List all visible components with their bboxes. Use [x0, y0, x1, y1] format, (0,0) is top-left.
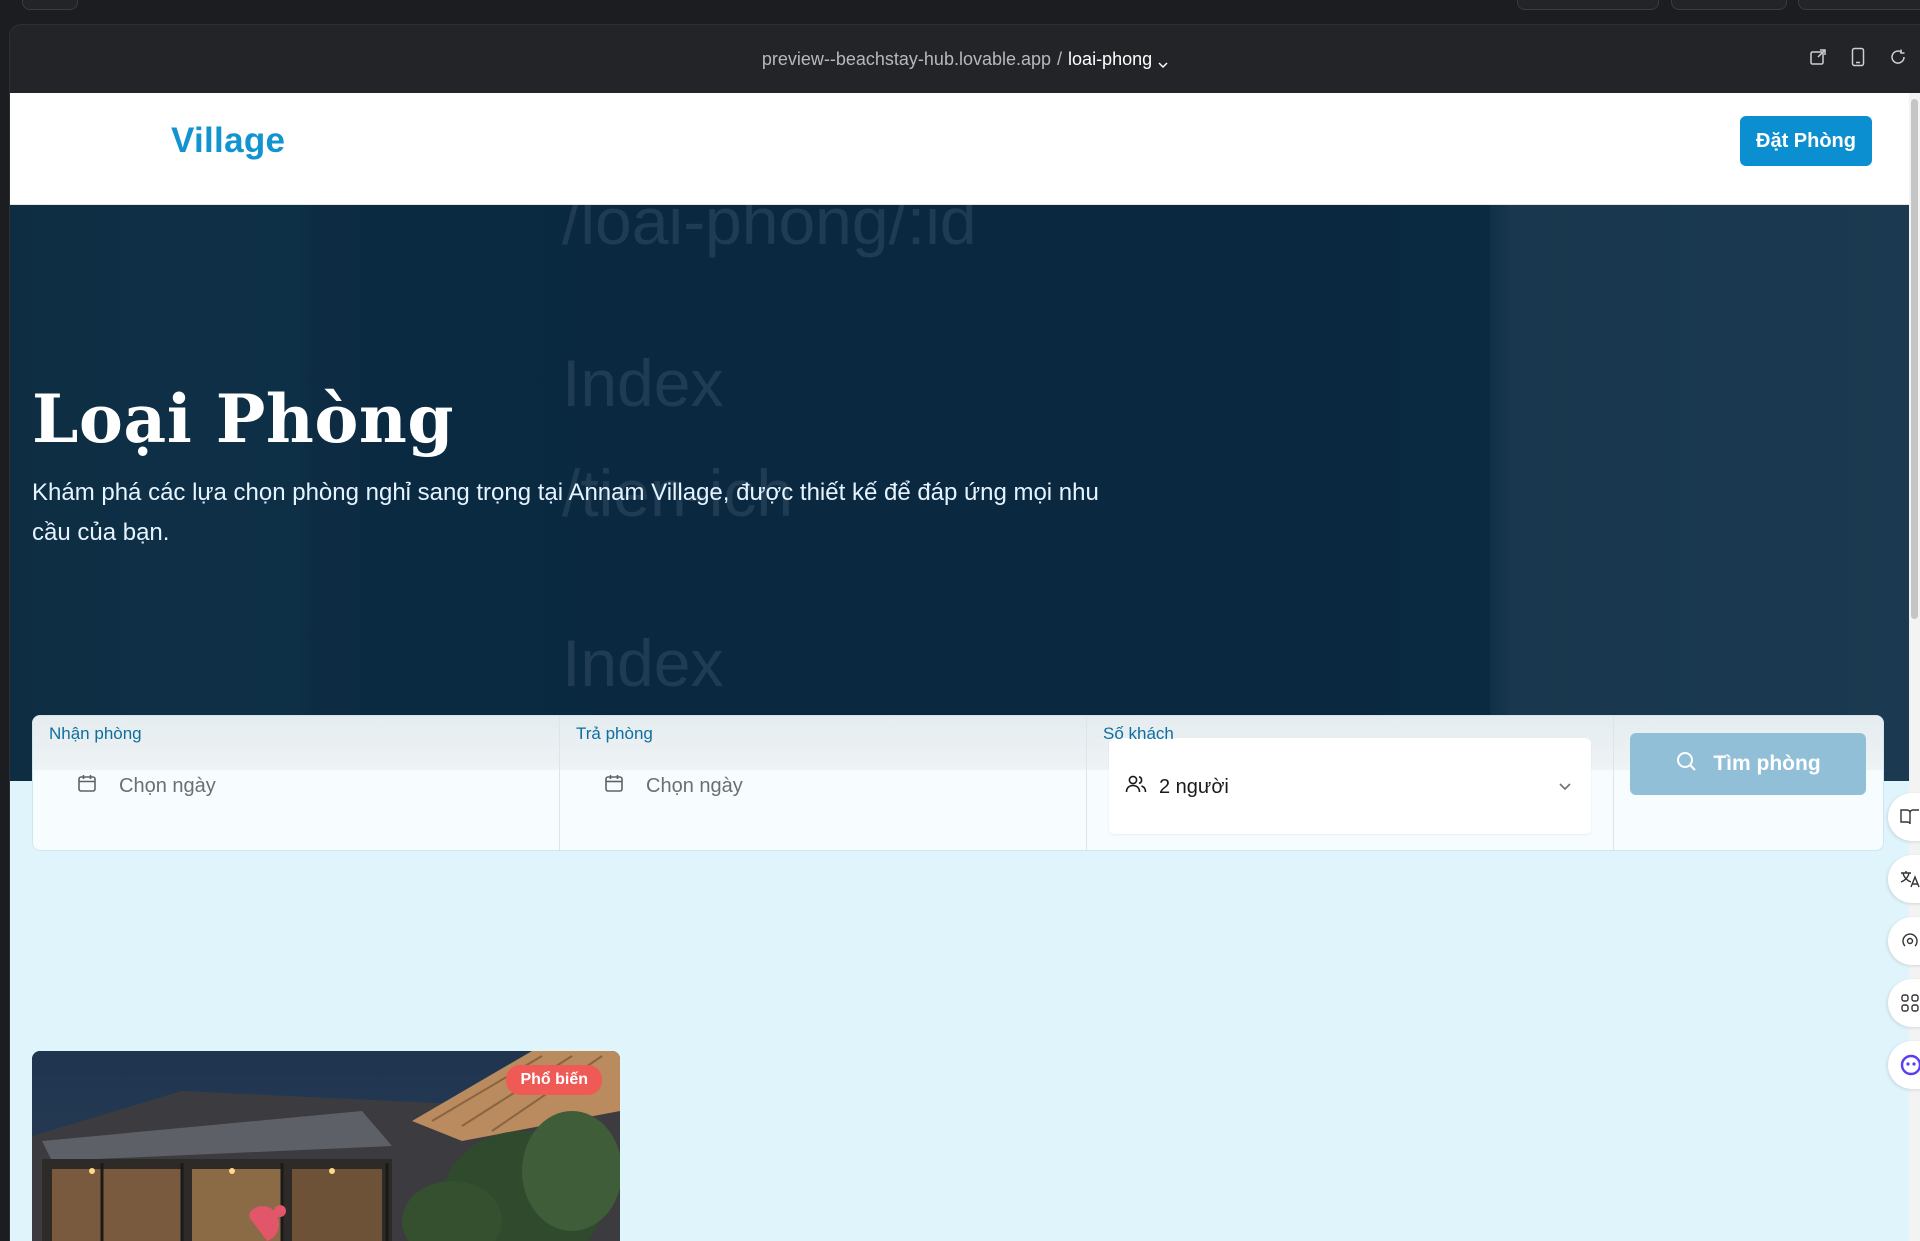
site-logo[interactable]: Village — [171, 121, 285, 161]
users-icon — [1125, 774, 1147, 800]
calendar-icon — [604, 773, 624, 799]
preview-window: preview--beachstay-hub.lovable.app / loa… — [9, 24, 1920, 1241]
translate-icon[interactable] — [1888, 855, 1920, 903]
booking-search-bar: Nhận phòng Chọn ngày Trả phòng Chọn ngày — [32, 715, 1884, 851]
chevron-down-icon[interactable] — [1158, 54, 1168, 69]
checkout-label: Trả phòng — [576, 724, 653, 743]
url-separator: / — [1057, 48, 1063, 69]
scrollbar-thumb[interactable] — [1911, 99, 1918, 619]
preview-toolbar: preview--beachstay-hub.lovable.app / loa… — [10, 25, 1920, 93]
room-card[interactable]: Phổ biến — [32, 1051, 620, 1241]
guests-select[interactable]: 2 người — [1109, 738, 1591, 834]
top-toolbar-pill[interactable] — [1798, 0, 1920, 10]
command-icon[interactable] — [1888, 979, 1920, 1027]
hero-ghost-text: Index — [562, 626, 724, 700]
broadcast-icon[interactable] — [1888, 917, 1920, 965]
page-subtitle: Khám phá các lựa chọn phòng nghỉ sang tr… — [32, 479, 1099, 546]
search-rooms-button[interactable]: Tìm phòng — [1630, 733, 1866, 795]
chevron-down-icon — [1557, 778, 1573, 799]
guests-label: Số khách — [1103, 724, 1174, 743]
guests-field: Số khách 2 người — [1087, 716, 1614, 850]
hero-section: /loai-phong/:id Index /tien-ich Index Lo… — [10, 205, 1910, 781]
calendar-icon — [77, 773, 97, 799]
search-rooms-label: Tìm phòng — [1713, 752, 1821, 775]
toolbar-actions — [1808, 47, 1908, 67]
hero-shade — [1490, 205, 1910, 781]
top-toolbar-pill[interactable] — [1517, 0, 1659, 10]
checkout-field[interactable]: Trả phòng Chọn ngày — [560, 716, 1087, 850]
checkout-placeholder: Chọn ngày — [646, 774, 743, 797]
checkin-date-picker[interactable]: Chọn ngày — [77, 773, 216, 799]
side-dock — [1888, 793, 1920, 1103]
checkin-label: Nhận phòng — [49, 724, 142, 743]
guests-value: 2 người — [1159, 775, 1229, 798]
checkin-field[interactable]: Nhận phòng Chọn ngày — [33, 716, 560, 850]
url-path[interactable]: loai-phong — [1068, 49, 1152, 70]
refresh-icon[interactable] — [1888, 47, 1908, 67]
os-top-strip — [0, 0, 1920, 24]
book-room-button[interactable]: Đặt Phòng — [1740, 116, 1872, 166]
window-control-pill[interactable] — [22, 0, 78, 10]
site-header: Village Đặt Phòng — [10, 93, 1910, 205]
hero-ghost-text: Index — [562, 346, 724, 420]
checkout-date-picker[interactable]: Chọn ngày — [604, 773, 743, 799]
search-icon — [1675, 750, 1697, 778]
mobile-view-icon[interactable] — [1848, 47, 1868, 67]
guests-select-value: 2 người — [1125, 774, 1229, 800]
checkin-placeholder: Chọn ngày — [119, 774, 216, 797]
assistant-icon[interactable] — [1888, 1041, 1920, 1089]
page-title: Loại Phòng — [32, 380, 455, 458]
external-link-icon[interactable] — [1808, 47, 1828, 67]
top-toolbar-pill[interactable] — [1671, 0, 1787, 10]
hero-ghost-text: /loai-phong/:id — [562, 205, 977, 258]
popular-badge: Phổ biến — [506, 1065, 602, 1095]
book-icon[interactable] — [1888, 793, 1920, 841]
site-viewport: Village Đặt Phòng /loai-phong/:id Index … — [10, 93, 1910, 1241]
url-host: preview--beachstay-hub.lovable.app — [761, 48, 1052, 69]
